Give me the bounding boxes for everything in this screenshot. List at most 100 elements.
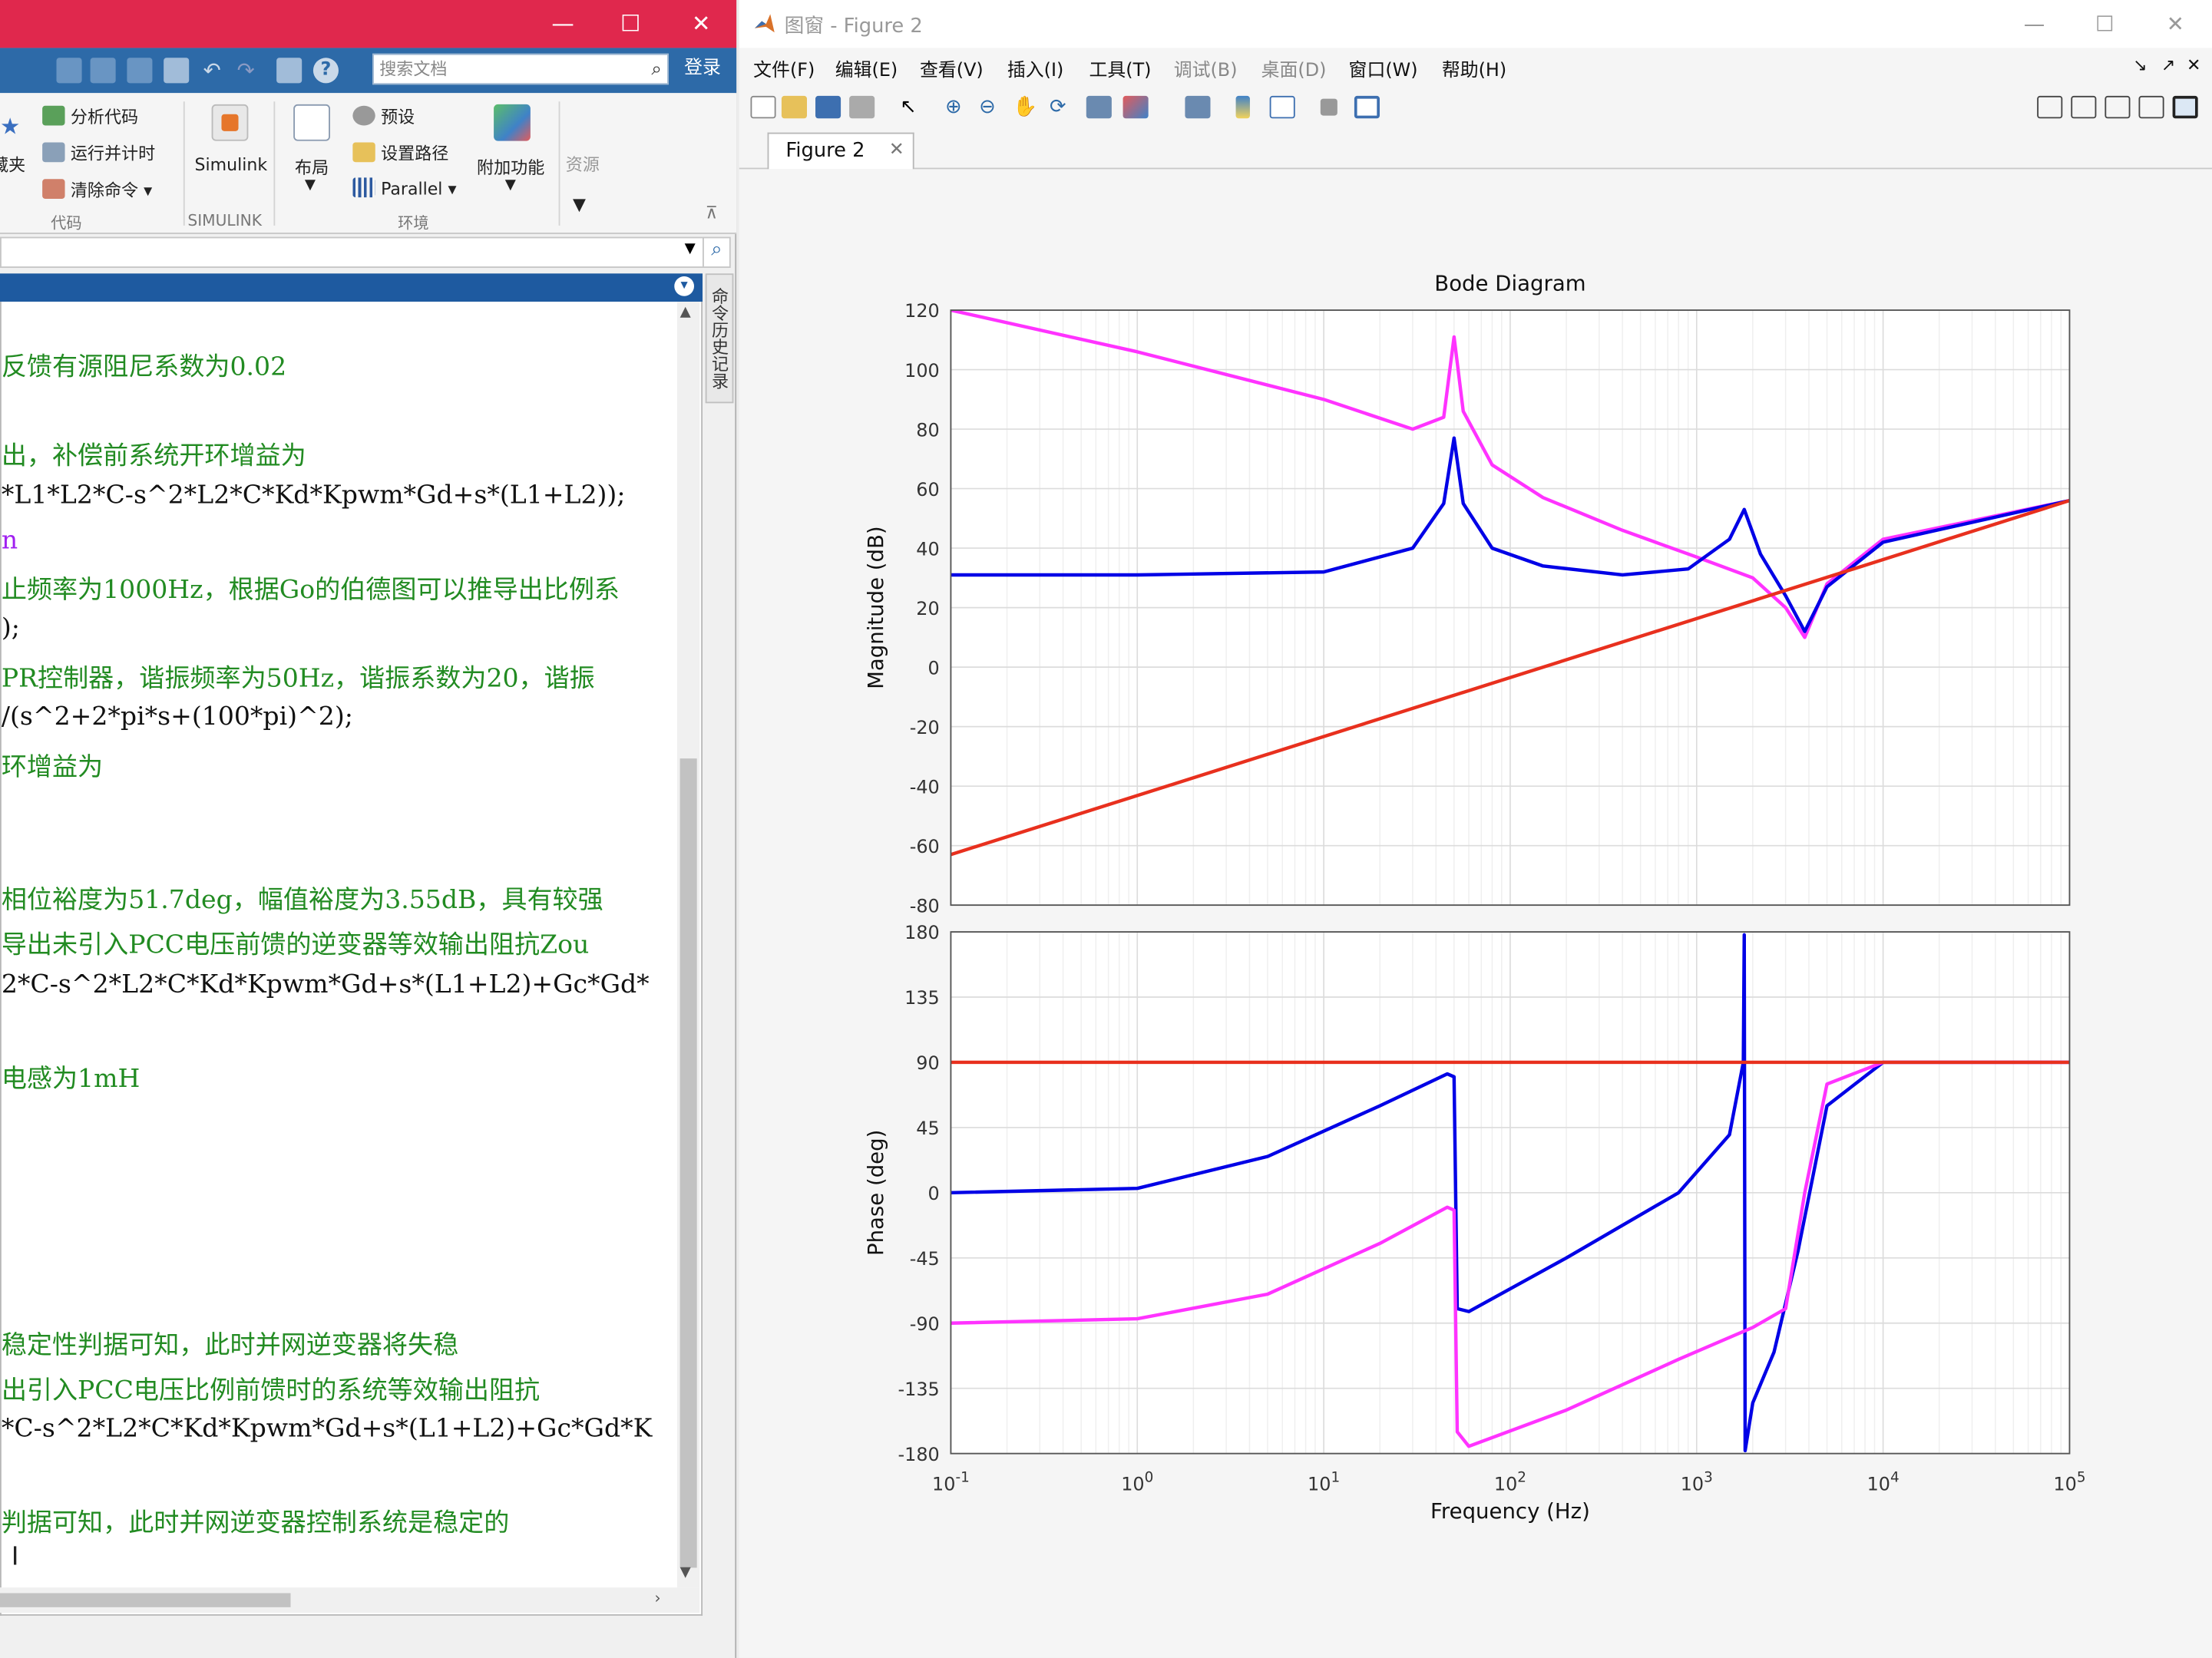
command-history-tab[interactable]: 命令历史记录 (705, 273, 734, 404)
close-figure-icon[interactable]: ✕ (2187, 55, 2200, 75)
scroll-right-icon[interactable]: › (655, 1589, 661, 1607)
tab-figure-2[interactable]: Figure 2 ✕ (767, 132, 914, 170)
zoom-out-icon[interactable]: ⊖ (979, 96, 1004, 118)
resources-dropdown-icon[interactable]: ▼ (573, 194, 586, 214)
menu-tools[interactable]: 工具(T) (1089, 55, 1151, 82)
maximize-button[interactable]: ☐ (598, 0, 663, 48)
figure-canvas[interactable]: Bode Diagram -80 -60 -40 -20 0 20 40 60 80 100 120 M… (739, 169, 2212, 1658)
preferences-button[interactable]: 预设 (352, 104, 415, 128)
horizontal-scroll-thumb[interactable] (0, 1593, 291, 1607)
analyze-code-button[interactable]: 分析代码 (42, 104, 138, 128)
tile-columns-icon[interactable] (2071, 95, 2097, 119)
clear-commands-button[interactable]: 清除命令 ▾ (42, 177, 152, 201)
run-and-time-button[interactable]: 运行并计时 (42, 141, 155, 165)
menu-view[interactable]: 查看(V) (920, 55, 984, 82)
save-icon[interactable] (56, 58, 82, 84)
brush-icon[interactable] (1123, 95, 1149, 119)
login-button[interactable]: 登录 (674, 54, 730, 84)
resources-button[interactable]: 资源 (566, 152, 600, 176)
close-button[interactable]: ✕ (669, 0, 734, 48)
pan-icon[interactable]: ✋ (1013, 96, 1038, 118)
search-icon[interactable]: ⌕ (651, 56, 661, 84)
bode-diagram[interactable]: Bode Diagram -80 -60 -40 -20 0 20 40 60 80 100 120 M… (739, 169, 2212, 1658)
code-section-label: 代码 (51, 214, 82, 233)
phase-y-axis-label: Phase (deg) (864, 1130, 888, 1256)
close-tab-icon[interactable]: ✕ (889, 134, 904, 167)
favorites-star-icon[interactable]: ★ (0, 113, 20, 140)
figure-close-button[interactable]: ✕ (2141, 0, 2209, 48)
rotate-icon[interactable]: ⟳ (1050, 96, 1075, 118)
simulink-icon[interactable] (211, 104, 249, 141)
set-path-button[interactable]: 设置路径 (352, 141, 448, 165)
command-line: PR控制器，谐振频率为50Hz，谐振系数为20，谐振 (1, 664, 595, 694)
addons-icon[interactable] (494, 104, 531, 141)
legend-icon[interactable] (1269, 95, 1295, 119)
favorites-button[interactable]: 收藏夹 (0, 152, 25, 180)
zoom-in-icon[interactable]: ⊕ (945, 96, 970, 118)
menu-help[interactable]: 帮助(H) (1442, 55, 1506, 82)
addons-button[interactable]: 附加功能 (477, 155, 544, 179)
magnitude-y-tick-label: 60 (916, 479, 939, 500)
menu-insert[interactable]: 插入(I) (1007, 55, 1063, 82)
link-plot-icon[interactable] (1185, 95, 1211, 119)
menu-debug[interactable]: 调试(B) (1174, 55, 1238, 82)
chevron-down-icon[interactable]: ▼ (685, 241, 696, 256)
undock-icon[interactable]: ↘ (2133, 55, 2147, 75)
save-figure-icon[interactable] (815, 95, 841, 119)
tile-grid-icon[interactable] (2037, 95, 2063, 119)
run-time-icon (42, 142, 65, 163)
magnitude-y-tick-label: 0 (928, 657, 940, 679)
minimize-button[interactable]: — (531, 0, 596, 48)
pointer-icon[interactable]: ↖ (900, 96, 925, 118)
command-line: 出，补偿前系统开环增益为 (1, 441, 306, 471)
command-line: 出引入PCC电压比例前馈时的系统等效输出阻抗 (1, 1376, 541, 1406)
menu-edit[interactable]: 编辑(E) (835, 55, 898, 82)
data-cursor-icon[interactable] (1086, 95, 1112, 119)
hide-plot-tools-icon[interactable] (1320, 98, 1337, 116)
command-line: 环增益为 (1, 752, 104, 783)
float-icon[interactable] (2138, 95, 2164, 119)
command-line: 稳定性判据可知，此时并网逆变器将失稳 (1, 1330, 459, 1361)
menu-window[interactable]: 窗口(W) (1349, 55, 1418, 82)
figure-minimize-button[interactable]: — (2000, 0, 2068, 48)
vertical-scroll-thumb[interactable] (679, 758, 697, 1568)
dock-icon[interactable]: ↗ (2161, 55, 2175, 75)
magnitude-y-tick-label: 80 (916, 419, 939, 441)
simulink-button[interactable]: Simulink (195, 155, 268, 175)
copy-icon[interactable] (127, 58, 153, 84)
cut-icon[interactable] (90, 58, 116, 84)
command-window-header: ▾ (0, 273, 703, 302)
scroll-up-icon[interactable]: ▲ (680, 305, 691, 320)
layout-button[interactable]: 布局 (295, 155, 329, 179)
help-icon[interactable]: ? (312, 58, 339, 84)
redo-icon[interactable]: ↷ (237, 58, 263, 83)
print-icon[interactable] (849, 95, 875, 119)
figure-maximize-button[interactable]: ☐ (2071, 0, 2138, 48)
tile-rows-icon[interactable] (2105, 95, 2131, 119)
collapse-ribbon-icon[interactable]: ⊼ (706, 203, 718, 223)
analyze-code-label: 分析代码 (70, 107, 139, 127)
switch-windows-icon[interactable] (276, 58, 303, 84)
maximize-tile-icon[interactable] (2172, 95, 2198, 119)
scroll-down-icon[interactable]: ▼ (680, 1565, 691, 1580)
clear-commands-label: 清除命令 (70, 180, 139, 200)
show-plot-tools-icon[interactable] (1354, 95, 1380, 119)
search-docs-input[interactable]: 搜索文档 ⌕ (372, 53, 669, 85)
open-file-icon[interactable] (781, 95, 807, 119)
layout-icon[interactable] (293, 104, 330, 141)
matlab-main-window: — ☐ ✕ ↶ ↷ ? 搜索文档 ⌕ 登录 ★ 收藏夹 分析代码 运行并计时 清… (0, 0, 737, 1658)
parallel-button[interactable]: Parallel ▾ (352, 177, 457, 199)
paste-icon[interactable] (164, 58, 190, 84)
new-figure-icon[interactable] (750, 95, 776, 119)
current-folder-bar[interactable]: ▼ (0, 236, 706, 268)
layout-dropdown-icon[interactable]: ▼ (305, 177, 316, 193)
colorbar-icon[interactable] (1235, 95, 1250, 119)
menu-file[interactable]: 文件(F) (753, 55, 815, 82)
browse-folder-icon[interactable]: ⌕ (703, 236, 731, 268)
addons-dropdown-icon[interactable]: ▼ (505, 177, 516, 193)
menu-desktop[interactable]: 桌面(D) (1261, 55, 1327, 82)
command-window[interactable]: 反馈有源阻尼系数为0.02 出，补偿前系统开环增益为 *L1*L2*C-s^2*L2… (0, 302, 703, 1616)
window-actions-icon[interactable]: ▾ (674, 276, 695, 296)
phase-y-tick-label: 180 (904, 922, 940, 943)
undo-icon[interactable]: ↶ (203, 58, 229, 83)
